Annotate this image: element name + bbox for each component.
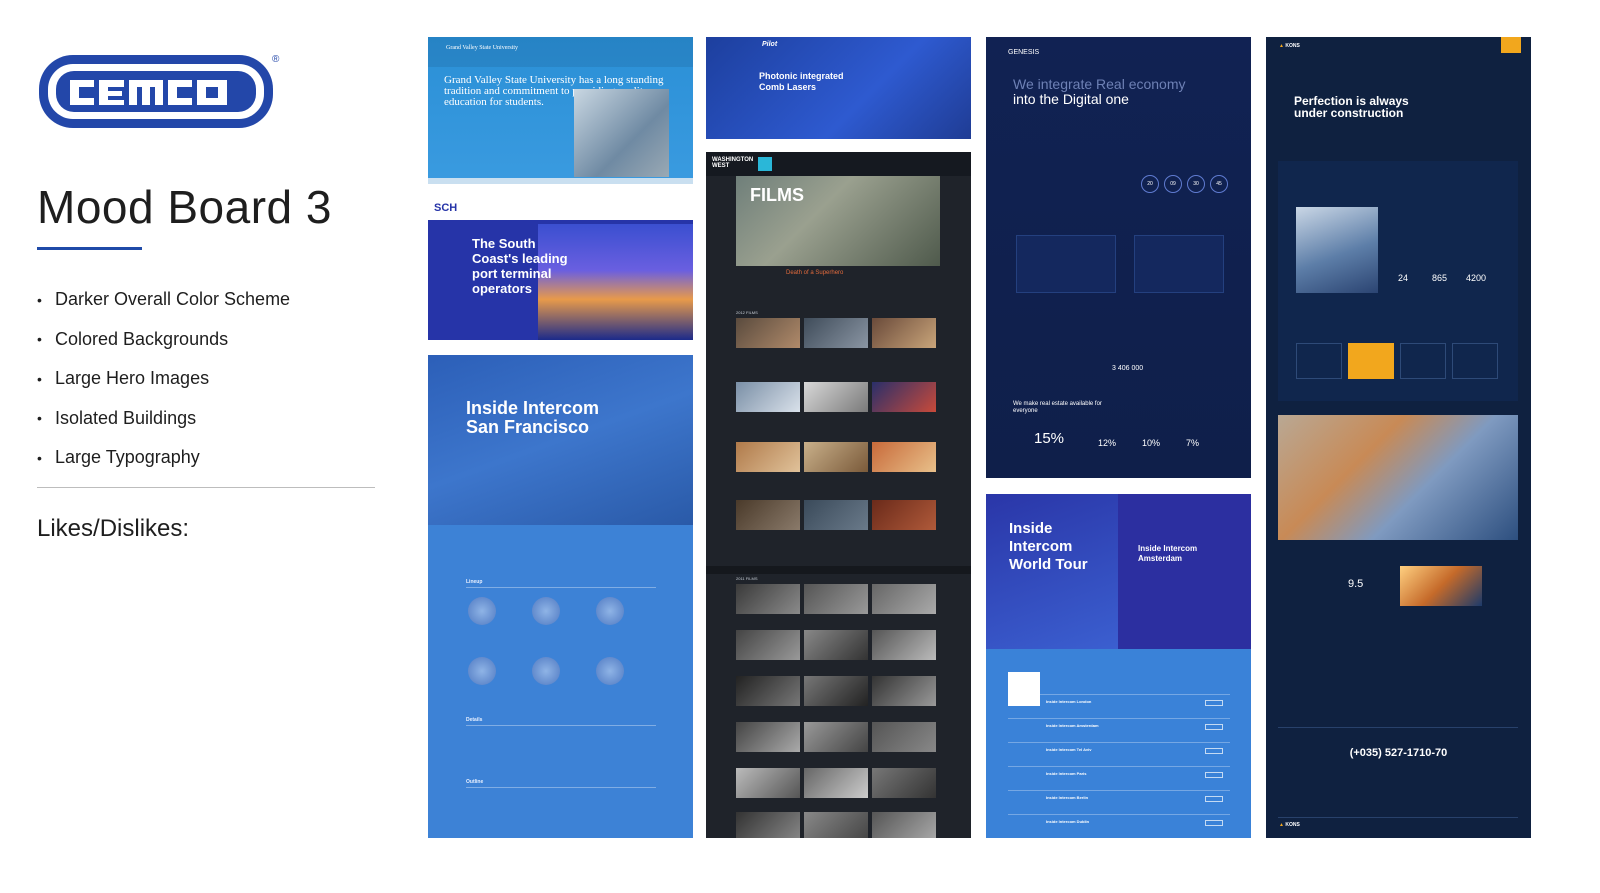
countdown-value: 20 (1141, 175, 1159, 193)
event-row-label: Inside Intercom Amsterdam (1046, 723, 1099, 728)
iwt-headline: Inside Intercom World Tour (1009, 520, 1088, 573)
thumbnail-washington-west: WASHINGTON WEST FILMS Death of a Superhe… (706, 152, 971, 838)
genesis-tagline: We make real estate available for everyo… (1013, 401, 1102, 414)
event-row-label: Inside Intercom Dublin (1046, 819, 1090, 824)
building-image (1296, 207, 1378, 293)
section-label: Lineup (466, 579, 483, 585)
mood-board-page: ® Mood Board 3 • Darker Overall Color Sch… (0, 0, 1600, 893)
stat-value: 12% (1098, 438, 1117, 448)
avatar (468, 657, 496, 685)
thumbnail-pilot: Pilot Photonic integrated Comb Lasers (706, 37, 971, 139)
gv-brand: Grand Valley State University (446, 45, 519, 51)
event-button[interactable] (1205, 724, 1223, 730)
sch-brand: SCH (434, 202, 458, 214)
building-image (574, 89, 669, 177)
cta-button[interactable] (1501, 37, 1521, 53)
location-dropdown[interactable] (1008, 672, 1040, 706)
list-item: • Large Typography (37, 447, 200, 468)
hero-image (428, 355, 693, 525)
iwt-side-heading: Inside Intercom Amsterdam (1138, 544, 1198, 563)
kons-headline: Perfection is always under construction (1294, 94, 1409, 120)
event-button[interactable] (1205, 820, 1223, 826)
stat-value: 4200 (1466, 273, 1487, 283)
project-image (1400, 566, 1482, 606)
stat-value: 10% (1142, 438, 1161, 448)
event-row-label: Inside Intercom Tel Aviv (1046, 747, 1092, 752)
grid-label: 2012 FILMS (736, 310, 758, 315)
stat-value: 15% (1034, 430, 1065, 447)
countdown-value: 45 (1210, 175, 1228, 193)
avatar (596, 597, 624, 625)
ww-hero-word: FILMS (750, 185, 804, 205)
isf-headline: Inside Intercom San Francisco (466, 398, 600, 437)
genesis-brand: GENESIS (1008, 49, 1040, 56)
avatar (596, 657, 624, 685)
avatar (532, 657, 560, 685)
sch-headline: The South Coast's leading port terminal … (472, 236, 568, 296)
event-row-label: Inside Intercom London (1046, 699, 1092, 704)
section-divider (37, 487, 375, 488)
avatar (468, 597, 496, 625)
event-button[interactable] (1205, 700, 1223, 706)
event-button[interactable] (1205, 772, 1223, 778)
project-image (1278, 415, 1518, 540)
pilot-headline: Photonic integrated Comb Lasers (759, 71, 844, 92)
avatar (532, 597, 560, 625)
thumbnail-intercom-sf: Inside Intercom San Francisco Lineup Det… (428, 355, 693, 838)
list-item: • Isolated Buildings (37, 407, 197, 428)
event-button[interactable] (1205, 796, 1223, 802)
pilot-brand: Pilot (762, 41, 778, 48)
likes-dislikes-heading: Likes/Dislikes: (37, 515, 190, 542)
cemco-logo: ® (39, 54, 280, 128)
event-row-label: Inside Intercom Berlin (1046, 795, 1089, 800)
thumbnail-genesis: GENESIS We integrate Real economy into t… (986, 37, 1251, 478)
chevron-down-icon[interactable] (758, 157, 772, 171)
event-row-label: Inside Intercom Paris (1046, 771, 1087, 776)
kons-footer-brand: ▲ KONS (1279, 822, 1300, 828)
kons-brand: ▲ KONS (1279, 43, 1300, 49)
thumbnail-kons: ▲ KONS Perfection is always under constr… (1266, 37, 1531, 838)
list-item: • Large Hero Images (37, 368, 210, 389)
stat-value: 865 (1432, 273, 1448, 283)
rating-score: 9.5 (1348, 578, 1364, 590)
section-label: Details (466, 717, 483, 723)
page-title: Mood Board 3 (37, 181, 332, 233)
thumbnail-sch: SCH The South Coast's leading port termi… (428, 196, 693, 340)
list-item: • Colored Backgrounds (37, 328, 229, 349)
list-item: • Darker Overall Color Scheme (37, 289, 291, 310)
registered-mark: ® (272, 54, 280, 65)
kons-phone: (+035) 527-1710-70 (1349, 747, 1448, 759)
ww-feature: Death of a Superhero (786, 270, 844, 276)
genesis-big-value: 3 406 000 (1112, 365, 1144, 372)
stat-value: 7% (1186, 438, 1200, 448)
ww-brand: WASHINGTON WEST (712, 157, 754, 169)
section-label: Outline (466, 779, 484, 785)
criteria-list: • Darker Overall Color Scheme • Colored Ba… (37, 280, 290, 478)
title-underline (37, 247, 142, 250)
genesis-headline: We integrate Real economy into the Digit… (1013, 76, 1186, 107)
thumbnail-intercom-world-tour: Inside Intercom World Tour Inside Interc… (986, 494, 1251, 838)
event-button[interactable] (1205, 748, 1223, 754)
grid-label: 2011 FILMS (736, 576, 758, 581)
stat-value: 24 (1398, 273, 1409, 283)
thumbnail-grand-valley: Grand Valley State University Grand Vall… (428, 37, 693, 184)
countdown-value: 30 (1187, 175, 1205, 193)
countdown-value: 09 (1164, 175, 1182, 193)
